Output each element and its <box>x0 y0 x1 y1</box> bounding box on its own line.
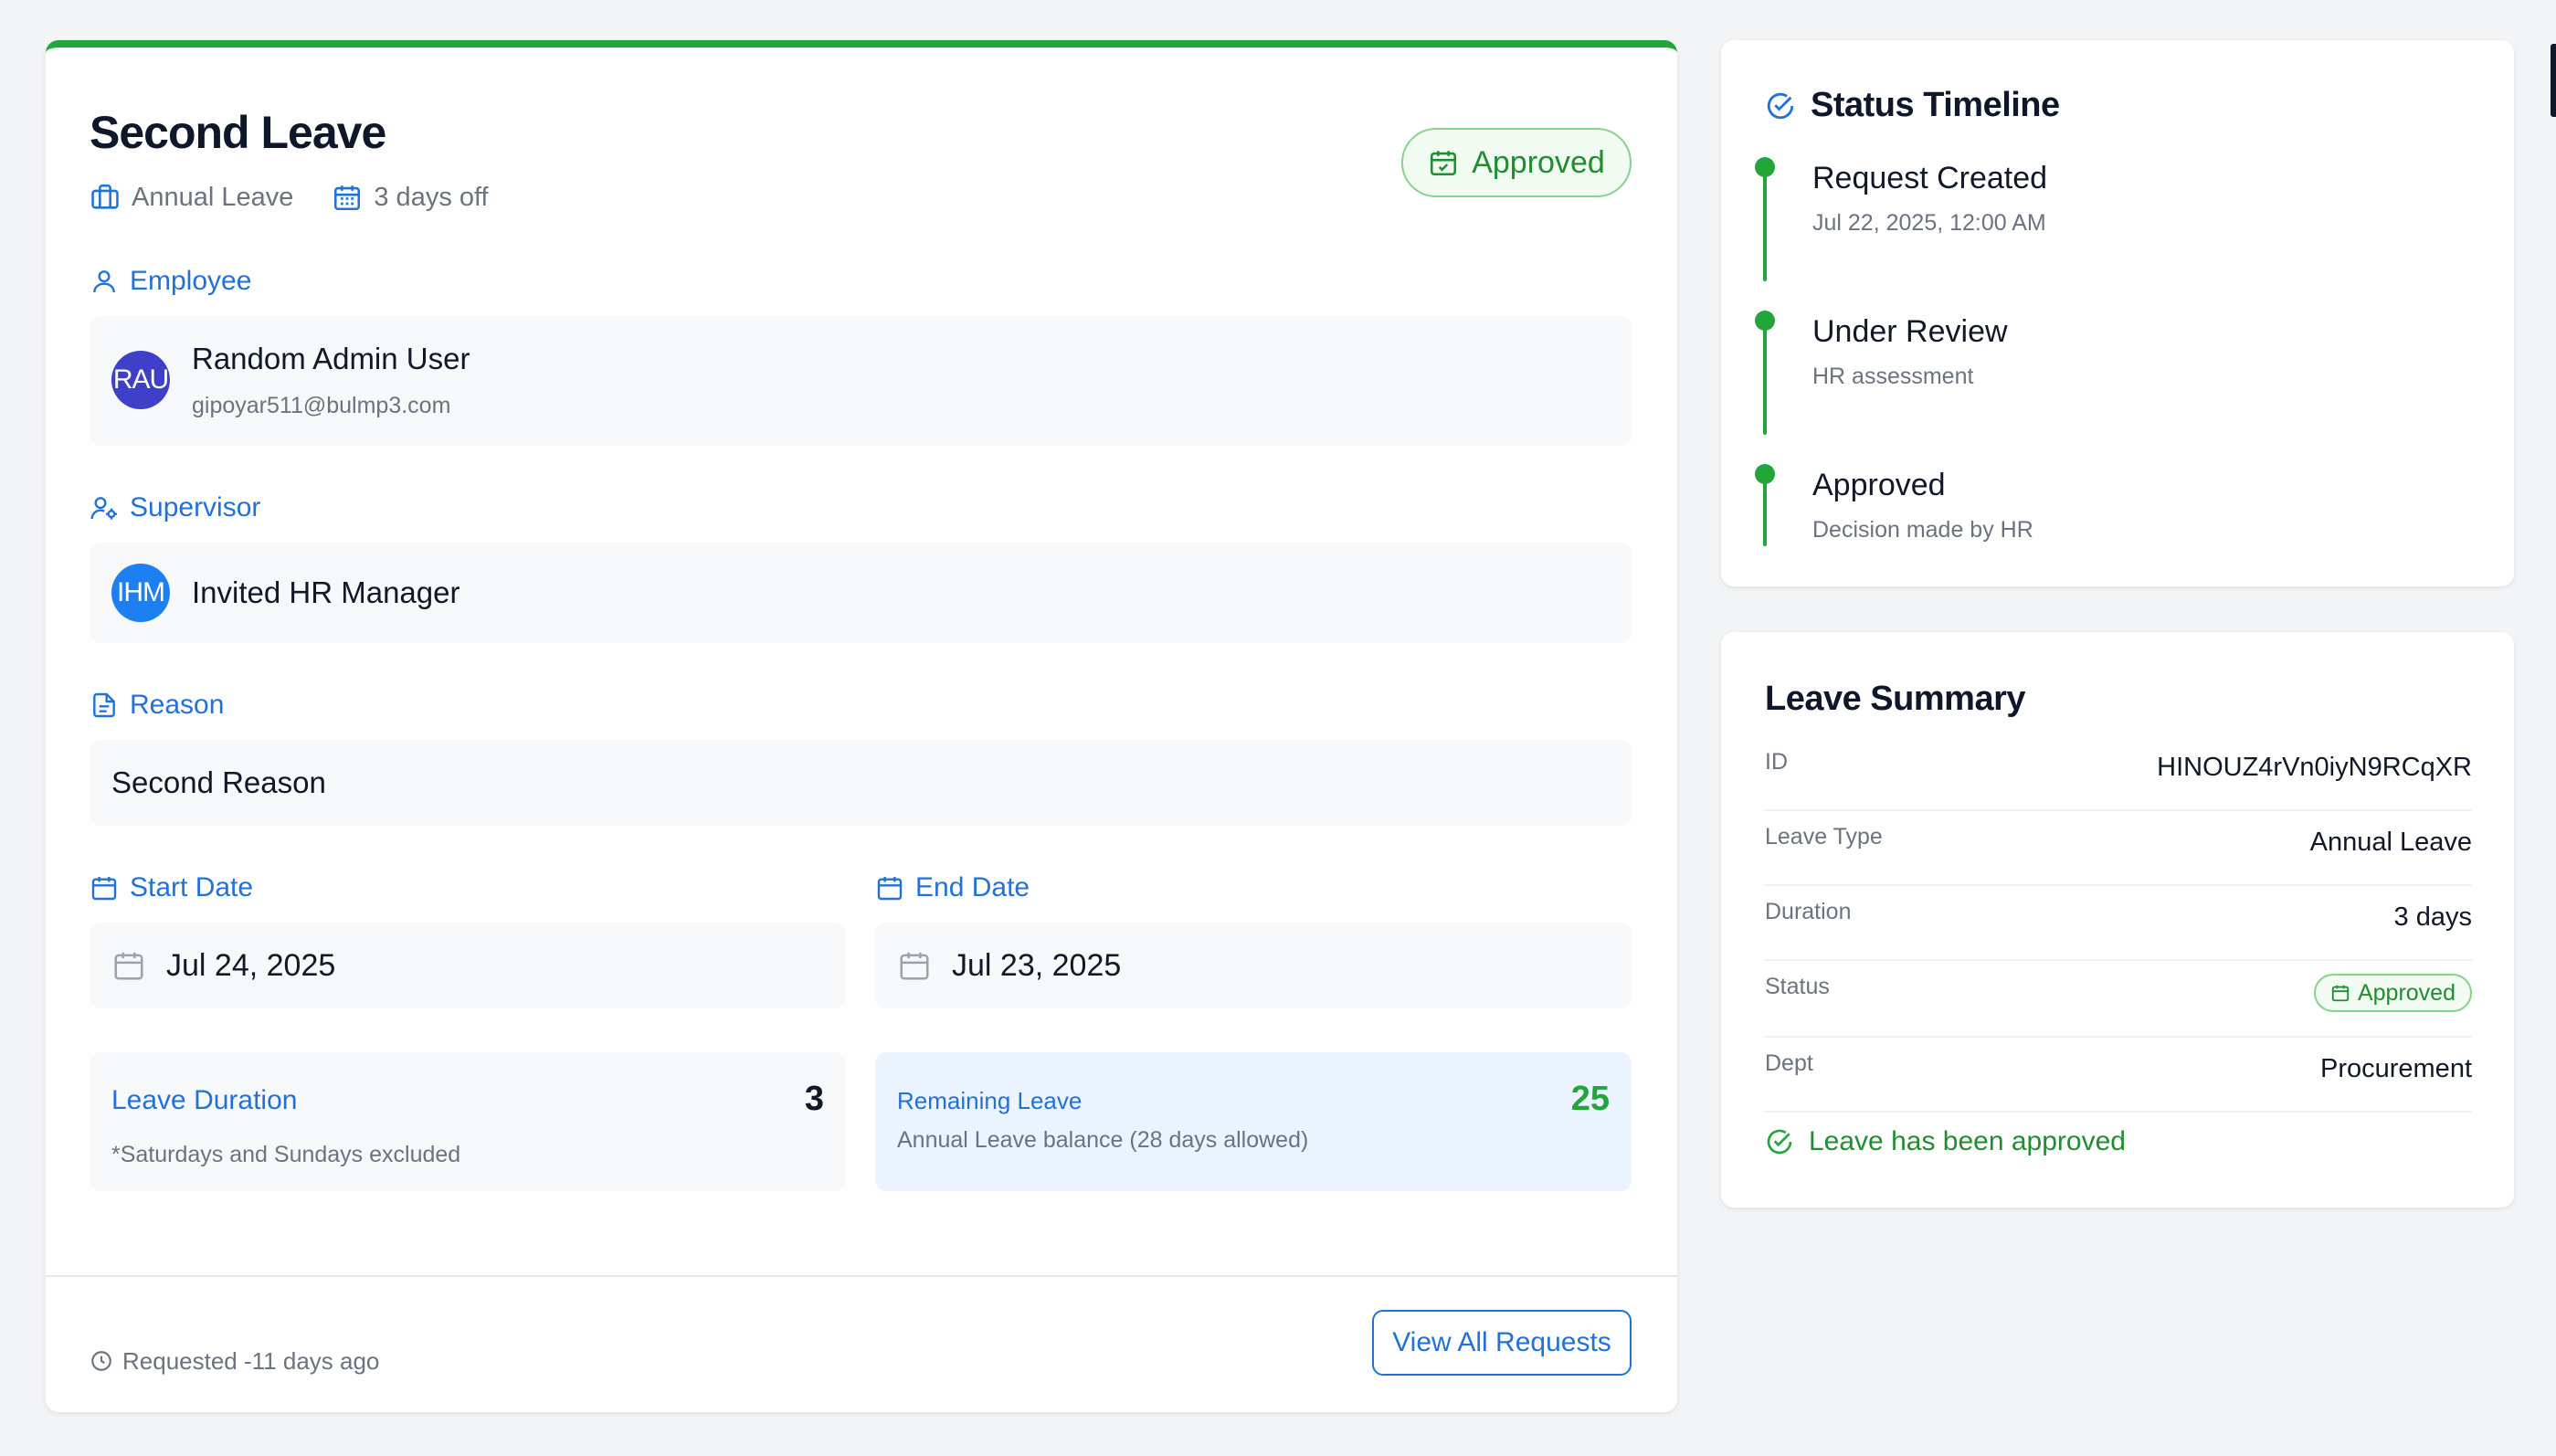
timeline-line <box>1763 168 1767 281</box>
reason-label: Reason <box>90 687 224 723</box>
requested-info: Requested -11 days ago <box>90 1345 379 1377</box>
approval-note: Leave has been approved <box>1765 1124 2126 1160</box>
supervisor-label: Supervisor <box>90 490 260 526</box>
remaining-leave-label: Remaining Leave <box>897 1087 1083 1114</box>
days-off-text: 3 days off <box>374 182 489 212</box>
leave-duration-box: Leave Duration 3 *Saturdays and Sundays … <box>90 1052 846 1191</box>
reason-field: Second Reason <box>90 740 1632 826</box>
user-icon <box>90 267 119 296</box>
end-date-value: Jul 23, 2025 <box>952 947 1122 983</box>
calendar-icon <box>332 182 363 213</box>
timeline-step-title: Approved <box>1812 468 1946 502</box>
status-badge-label: Approved <box>1472 144 1605 180</box>
leave-duration-note: *Saturdays and Sundays excluded <box>111 1142 461 1167</box>
leave-duration-value: 3 <box>804 1080 824 1118</box>
start-date-value: Jul 24, 2025 <box>166 947 336 983</box>
employee-label: Employee <box>90 263 251 300</box>
scrollbar-edge <box>2551 44 2556 117</box>
leave-request-card: Second Leave Annual Leave 3 days off App… <box>46 40 1677 1412</box>
check-circle-icon <box>1765 90 1796 121</box>
calendar-icon <box>897 948 932 983</box>
employee-name: Random Admin User <box>192 342 470 375</box>
leave-summary-card: Leave Summary ID HINOUZ4rVn0iyN9RCqXR Le… <box>1721 632 2514 1208</box>
calendar-icon <box>90 873 119 902</box>
calendar-icon <box>111 948 146 983</box>
remaining-leave-note: Annual Leave balance (28 days allowed) <box>897 1127 1309 1153</box>
footer-divider <box>46 1275 1677 1277</box>
start-date-label: Start Date <box>90 870 253 906</box>
leave-summary-heading: Leave Summary <box>1765 680 2026 718</box>
remaining-leave-box: Remaining Leave 25 Annual Leave balance … <box>875 1052 1632 1191</box>
calendar-check-icon <box>1428 147 1459 178</box>
briefcase-icon <box>90 182 121 213</box>
timeline-step-sub: Jul 22, 2025, 12:00 AM <box>1812 210 2046 236</box>
summary-row-duration: Duration 3 days <box>1765 886 2472 961</box>
timeline-line <box>1763 475 1767 546</box>
end-date-label: End Date <box>875 870 1030 906</box>
employee-email: gipoyar511@bulmp3.com <box>192 393 451 418</box>
avatar: RAU <box>111 351 170 409</box>
document-icon <box>90 691 119 720</box>
remaining-leave-value: 25 <box>1570 1080 1610 1118</box>
status-timeline-heading: Status Timeline <box>1765 86 2060 125</box>
requested-text: Requested -11 days ago <box>122 1346 380 1375</box>
timeline-step-title: Request Created <box>1812 161 2048 195</box>
request-meta: Annual Leave 3 days off <box>90 179 489 216</box>
leave-duration-label: Leave Duration <box>111 1085 298 1115</box>
timeline-line <box>1763 322 1767 435</box>
status-badge: Approved <box>1401 128 1632 197</box>
timeline-step-title: Under Review <box>1812 314 2008 349</box>
status-badge: Approved <box>2313 974 2472 1012</box>
view-all-requests-button[interactable]: View All Requests <box>1372 1310 1632 1376</box>
supervisor-field: IHM Invited HR Manager <box>90 543 1632 643</box>
supervisor-name: Invited HR Manager <box>192 575 460 609</box>
clock-icon <box>90 1349 113 1373</box>
leave-type-text: Annual Leave <box>132 182 294 212</box>
user-gear-icon <box>90 493 119 522</box>
timeline-step-sub: HR assessment <box>1812 364 1974 389</box>
timeline-step-sub: Decision made by HR <box>1812 517 2033 543</box>
reason-text: Second Reason <box>111 765 326 799</box>
calendar-check-icon <box>2330 983 2350 1003</box>
check-circle-icon <box>1765 1127 1794 1156</box>
summary-row-id: ID HINOUZ4rVn0iyN9RCqXR <box>1765 736 2472 811</box>
summary-row-status: Status Approved <box>1765 961 2472 1038</box>
end-date-field: Jul 23, 2025 <box>875 923 1632 1008</box>
summary-row-dept: Dept Procurement <box>1765 1038 2472 1113</box>
page-title: Second Leave <box>90 107 386 158</box>
calendar-icon <box>875 873 904 902</box>
summary-row-leave-type: Leave Type Annual Leave <box>1765 811 2472 886</box>
status-timeline-card: Status Timeline Request Created Jul 22, … <box>1721 40 2514 586</box>
avatar: IHM <box>111 564 170 622</box>
employee-field: RAU Random Admin User gipoyar511@bulmp3.… <box>90 316 1632 446</box>
start-date-field: Jul 24, 2025 <box>90 923 846 1008</box>
